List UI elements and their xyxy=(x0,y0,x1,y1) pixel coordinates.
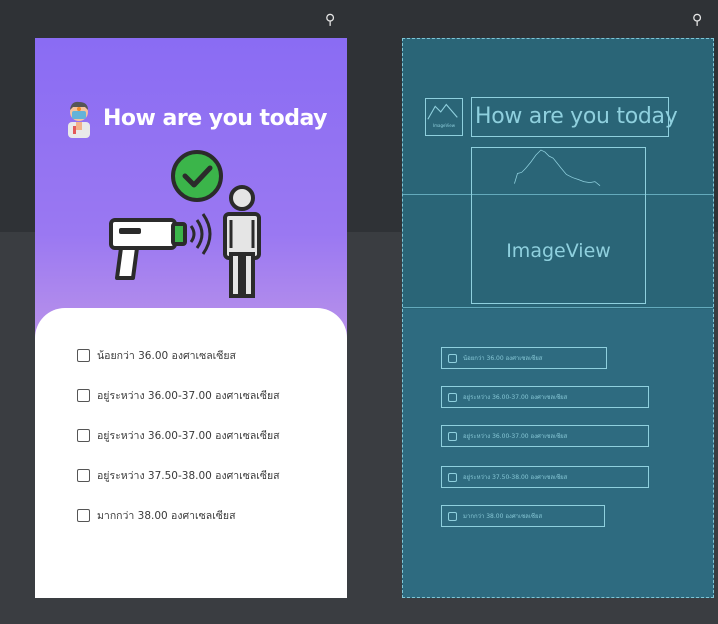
title-textview-outline[interactable]: How are you today xyxy=(471,97,678,137)
header: How are you today xyxy=(63,98,327,138)
option-checkbox-outline-2[interactable]: อยู่ระหว่าง 36.00-37.00 องศาเซลเซียส xyxy=(441,386,649,408)
image-placeholder-icon xyxy=(514,149,601,187)
image-view-label: ImageView xyxy=(506,240,611,262)
checkbox-icon xyxy=(448,353,457,363)
thermometer-gun-check-illustration xyxy=(109,150,261,298)
image-placeholder-icon xyxy=(427,103,458,120)
pin-icon[interactable]: ⚲ xyxy=(325,12,335,28)
design-preview[interactable]: How are you today น้อยกว่า 36.00 องศาเซล… xyxy=(35,38,347,598)
option-label: น้อยกว่า 36.00 องศาเซลเซียส xyxy=(463,355,543,362)
option-label: อยู่ระหว่าง 37.50-38.00 องศาเซลเซียส xyxy=(463,474,568,481)
option-checkbox-5[interactable]: มากกว่า 38.00 องศาเซลเซียส xyxy=(77,506,235,524)
option-checkbox-outline-5[interactable]: มากกว่า 38.00 องศาเซลเซียส xyxy=(441,505,605,527)
option-checkbox-1[interactable]: น้อยกว่า 36.00 องศาเซลเซียส xyxy=(77,346,236,364)
blueprint-title: How are you today xyxy=(475,104,678,129)
checkbox-icon[interactable] xyxy=(77,508,90,522)
option-label: อยู่ระหว่าง 36.00-37.00 องศาเซลเซียส xyxy=(97,429,280,442)
image-view-thumb-label: ImageView xyxy=(432,123,456,128)
image-view-thumb[interactable]: ImageView xyxy=(425,98,463,136)
page-title: How are you today xyxy=(103,105,327,131)
doctor-avatar-icon xyxy=(68,101,90,138)
option-checkbox-outline-4[interactable]: อยู่ระหว่าง 37.50-38.00 องศาเซลเซียส xyxy=(441,466,649,488)
guide-line xyxy=(403,307,713,308)
option-checkbox-outline-1[interactable]: น้อยกว่า 36.00 องศาเซลเซียส xyxy=(441,347,607,369)
checkbox-icon xyxy=(448,392,457,402)
image-view-main[interactable]: ImageView xyxy=(471,147,646,304)
option-checkbox-2[interactable]: อยู่ระหว่าง 36.00-37.00 องศาเซลเซียส xyxy=(77,386,280,404)
pin-icon[interactable]: ⚲ xyxy=(692,12,702,28)
checkbox-icon[interactable] xyxy=(77,348,90,362)
option-label: มากกว่า 38.00 องศาเซลเซียส xyxy=(97,509,236,522)
option-checkbox-outline-3[interactable]: อยู่ระหว่าง 36.00-37.00 องศาเซลเซียส xyxy=(441,425,649,447)
option-label: มากกว่า 38.00 องศาเซลเซียส xyxy=(463,513,543,520)
option-label: อยู่ระหว่าง 37.50-38.00 องศาเซลเซียส xyxy=(97,469,280,482)
checkbox-icon[interactable] xyxy=(77,388,90,402)
checkbox-icon xyxy=(448,472,457,482)
option-label: น้อยกว่า 36.00 องศาเซลเซียส xyxy=(97,349,236,362)
checkbox-icon[interactable] xyxy=(77,468,90,482)
option-label: อยู่ระหว่าง 36.00-37.00 องศาเซลเซียส xyxy=(463,394,568,401)
option-label: อยู่ระหว่าง 36.00-37.00 องศาเซลเซียส xyxy=(463,433,568,440)
option-label: อยู่ระหว่าง 36.00-37.00 องศาเซลเซียส xyxy=(97,389,280,402)
options-card: น้อยกว่า 36.00 องศาเซลเซียส อยู่ระหว่าง … xyxy=(35,308,347,598)
checkbox-icon xyxy=(448,431,457,441)
checkbox-icon[interactable] xyxy=(77,428,90,442)
option-checkbox-4[interactable]: อยู่ระหว่าง 37.50-38.00 องศาเซลเซียส xyxy=(77,466,280,484)
blueprint-preview[interactable]: ImageView How are you today ImageView น้… xyxy=(402,38,714,598)
option-checkbox-3[interactable]: อยู่ระหว่าง 36.00-37.00 องศาเซลเซียส xyxy=(77,426,280,444)
checkbox-icon xyxy=(448,511,457,521)
